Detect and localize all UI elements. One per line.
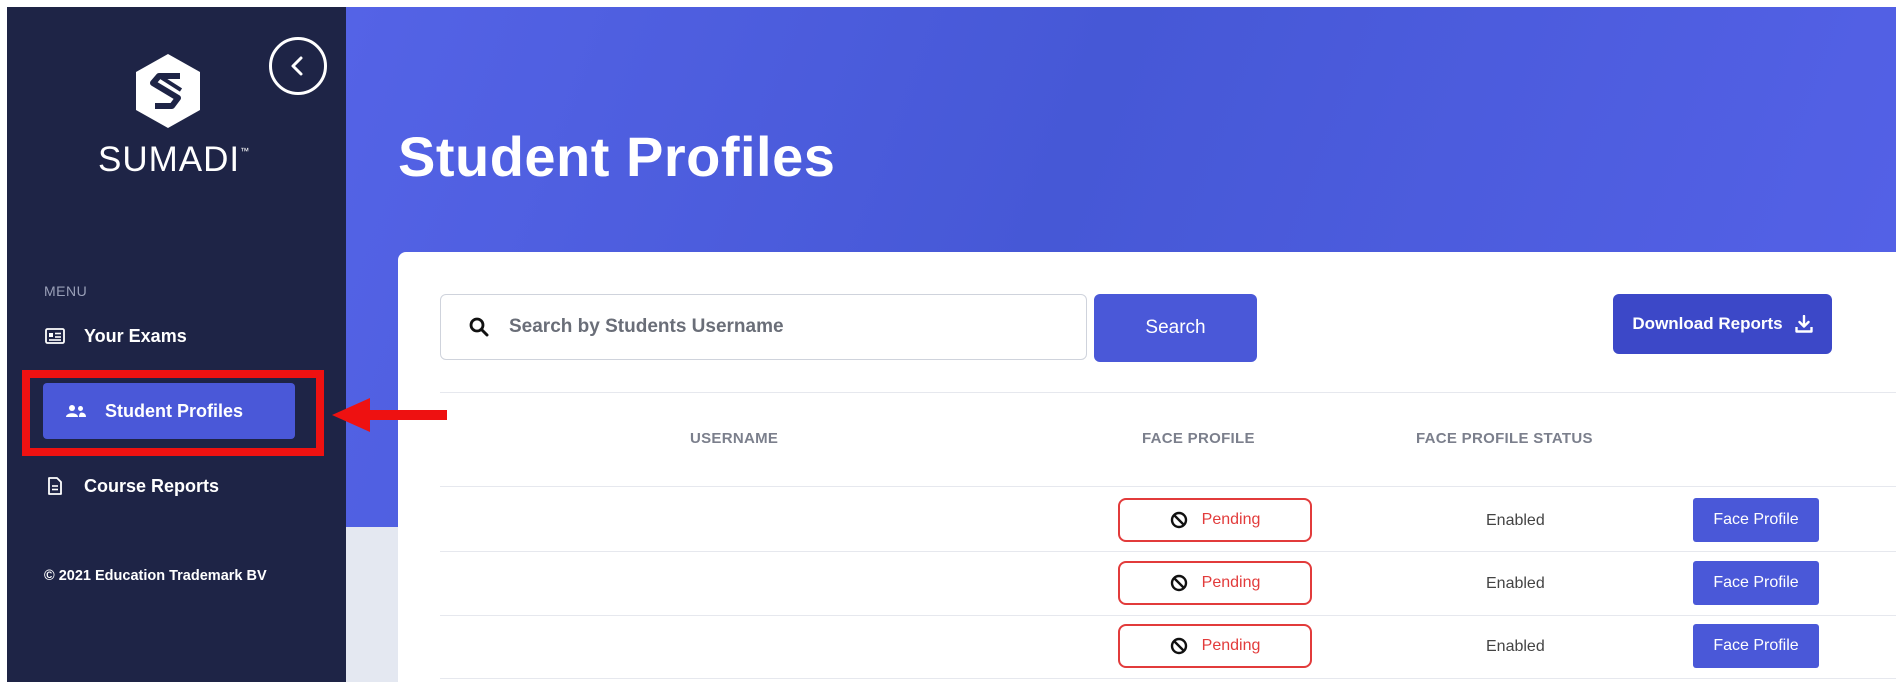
download-reports-label: Download Reports: [1632, 314, 1783, 333]
blocked-icon: [1170, 637, 1187, 655]
arrow-left-icon: [332, 398, 447, 432]
sumadi-logo: SUMADI™: [98, 52, 251, 180]
menu-heading: MENU: [44, 283, 88, 299]
face-profile-button[interactable]: Face Profile: [1693, 561, 1819, 605]
document-icon: [44, 477, 66, 495]
sumadi-logo-mark: [136, 54, 200, 128]
page-title: Student Profiles: [398, 125, 836, 188]
column-header-username: USERNAME: [690, 430, 779, 447]
download-reports-button[interactable]: Download Reports: [1613, 294, 1832, 354]
sidebar-item-your-exams[interactable]: Your Exams: [44, 322, 187, 350]
face-profile-status: Enabled: [1486, 512, 1545, 529]
divider: [440, 486, 1896, 487]
brand-name: SUMADI™: [98, 140, 251, 179]
face-profile-status: Enabled: [1486, 638, 1545, 655]
table-row: Pending Enabled Face Profile: [440, 490, 1896, 554]
face-profile-pending-badge: Pending: [1118, 498, 1312, 542]
table-row: Pending Enabled Face Profile: [440, 616, 1896, 680]
sidebar-item-label: Course Reports: [84, 475, 220, 496]
copyright-footer: © 2021 Education Trademark BV: [44, 568, 267, 584]
column-header-face-profile-status: FACE PROFILE STATUS: [1416, 430, 1593, 447]
divider: [440, 551, 1896, 552]
search-button[interactable]: Search: [1094, 294, 1257, 362]
id-card-icon: [44, 328, 66, 344]
search-icon: [469, 317, 489, 337]
download-icon: [1794, 315, 1813, 333]
face-profile-pending-badge: Pending: [1118, 624, 1312, 668]
table-row: Pending Enabled Face Profile: [440, 553, 1896, 617]
blocked-icon: [1170, 511, 1187, 529]
highlight-box: [22, 370, 324, 456]
blocked-icon: [1170, 574, 1187, 592]
divider: [440, 392, 1896, 393]
face-profile-button[interactable]: Face Profile: [1693, 498, 1819, 542]
search-input[interactable]: [509, 316, 1069, 338]
column-header-face-profile: FACE PROFILE: [1142, 430, 1255, 447]
sidebar-item-course-reports[interactable]: Course Reports: [44, 472, 219, 500]
face-profile-button[interactable]: Face Profile: [1693, 624, 1819, 668]
face-profile-status: Enabled: [1486, 575, 1545, 592]
collapse-sidebar-button[interactable]: [269, 37, 327, 95]
divider: [440, 678, 1896, 679]
face-profile-pending-badge: Pending: [1118, 561, 1312, 605]
chevron-left-icon: [291, 56, 303, 76]
search-field[interactable]: [440, 294, 1087, 360]
app-window: SUMADI™ MENU Your Exams Student Profiles…: [0, 0, 1896, 682]
sidebar-item-label: Your Exams: [84, 325, 187, 346]
